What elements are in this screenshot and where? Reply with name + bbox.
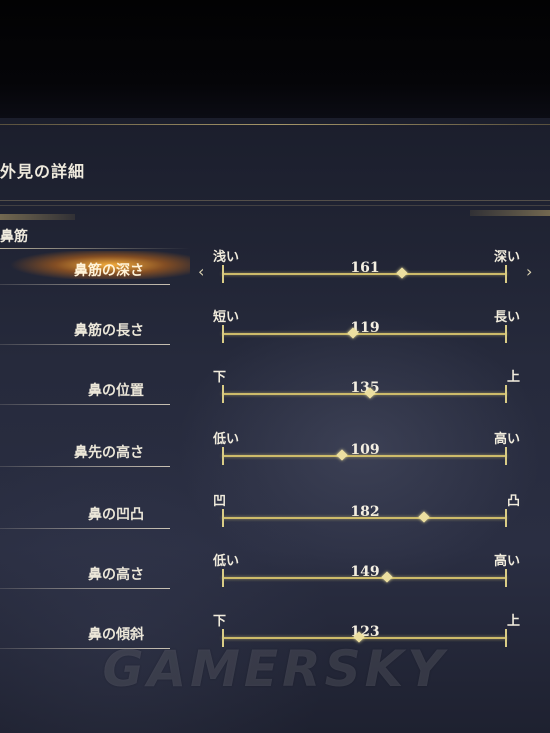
slider-label: 鼻筋の長さ — [74, 323, 144, 339]
slider-max-label: 高い — [493, 554, 520, 569]
slider-max-tick — [505, 509, 507, 527]
section-header: 鼻筋 — [0, 229, 28, 245]
slider-label-underline — [0, 588, 170, 589]
slider-max-label: 凸 — [506, 494, 520, 509]
slider-label: 鼻の高さ — [88, 567, 144, 583]
decrease-arrow-icon[interactable]: ‹ — [198, 262, 204, 281]
slider-track[interactable] — [222, 637, 507, 639]
slider-max-label: 上 — [506, 370, 520, 385]
panel-top-border — [0, 124, 550, 125]
slider-min-tick — [222, 385, 224, 403]
watermark: GAMERSKY — [102, 640, 448, 698]
slider-min-tick — [222, 447, 224, 465]
slider-min-label: 下 — [213, 614, 227, 629]
slider-max-tick — [505, 265, 507, 283]
slider-min-label: 下 — [213, 370, 227, 385]
slider-max-label: 長い — [493, 310, 520, 325]
slider-min-tick — [222, 509, 224, 527]
slider-track[interactable] — [222, 517, 507, 519]
slider-knob[interactable] — [418, 511, 431, 523]
top-dark-area — [0, 0, 550, 118]
slider-row[interactable]: 鼻の位置下上 135 — [0, 368, 550, 428]
slider-label: 鼻筋の深さ — [74, 263, 144, 279]
slider-min-label: 凹 — [213, 494, 227, 509]
section-header-ornament-right — [470, 210, 550, 216]
slider-min-tick — [222, 569, 224, 587]
slider-max-label: 高い — [493, 432, 520, 447]
slider-track[interactable] — [222, 333, 507, 335]
slider-max-tick — [505, 569, 507, 587]
slider-row[interactable]: 鼻の凹凸凹凸 182 — [0, 492, 550, 552]
slider-label-underline — [0, 404, 170, 405]
slider-row[interactable]: 鼻筋の長さ 短い 長い 119 — [0, 308, 550, 368]
slider-max-label: 深い — [493, 250, 520, 265]
slider-min-label: 浅い — [213, 250, 240, 265]
slider-min-label: 短い — [213, 310, 240, 325]
slider-label: 鼻の凹凸 — [88, 507, 144, 523]
slider-min-tick — [222, 325, 224, 343]
slider-min-label: 低い — [213, 432, 240, 447]
increase-arrow-icon[interactable]: › — [526, 262, 532, 281]
slider-row[interactable]: 鼻筋の深さ 浅い 深い 161 ‹ › — [0, 248, 550, 308]
slider-label-underline — [0, 344, 170, 345]
slider-track[interactable] — [222, 273, 507, 275]
section-header-ornament-left — [0, 214, 75, 220]
slider-max-tick — [505, 325, 507, 343]
slider-label-underline — [0, 466, 170, 467]
slider-min-tick — [222, 265, 224, 283]
slider-max-tick — [505, 385, 507, 403]
slider-knob[interactable] — [395, 267, 408, 279]
slider-min-label: 低い — [213, 554, 240, 569]
slider-row[interactable]: 鼻先の高さ 低い 高い 109 — [0, 430, 550, 490]
slider-max-tick — [505, 447, 507, 465]
slider-label: 鼻の位置 — [88, 383, 144, 399]
slider-track[interactable] — [222, 577, 507, 579]
title-divider — [0, 200, 550, 206]
slider-row[interactable]: 鼻の高さ 低い 高い 149 — [0, 552, 550, 612]
slider-label: 鼻先の高さ — [74, 445, 144, 461]
slider-label-underline — [0, 528, 170, 529]
slider-label-underline — [0, 284, 170, 285]
slider-track[interactable] — [222, 455, 507, 457]
panel-title: 外見の詳細 — [0, 162, 86, 181]
slider-max-label: 上 — [506, 614, 520, 629]
